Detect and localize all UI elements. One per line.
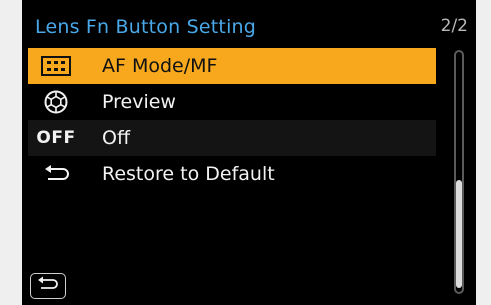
menu-item-off[interactable]: OFF Off — [28, 120, 436, 156]
menu-item-af-mode[interactable]: AF Mode/MF — [28, 48, 436, 84]
menu-item-preview[interactable]: Preview — [28, 84, 436, 120]
menu-list: AF Mode/MF Preview OFF Off Restore to De… — [28, 48, 436, 192]
page-indicator: 2/2 — [440, 16, 468, 36]
back-button[interactable] — [30, 273, 66, 299]
back-arrow-icon — [36, 276, 60, 296]
aperture-icon — [34, 89, 78, 115]
restore-icon — [34, 161, 78, 187]
scrollbar-thumb[interactable] — [456, 180, 462, 288]
menu-item-label: Preview — [102, 91, 176, 113]
menu-item-label: Restore to Default — [102, 163, 275, 185]
camera-menu-screen: Lens Fn Button Setting 2/2 AF Mode/MF Pr… — [22, 0, 476, 305]
menu-title: Lens Fn Button Setting — [35, 16, 257, 38]
off-icon: OFF — [34, 125, 78, 151]
af-mode-icon — [34, 53, 78, 79]
menu-item-restore-default[interactable]: Restore to Default — [28, 156, 436, 192]
menu-item-label: Off — [102, 127, 131, 149]
off-icon-text: OFF — [36, 128, 76, 148]
menu-item-label: AF Mode/MF — [102, 55, 218, 77]
